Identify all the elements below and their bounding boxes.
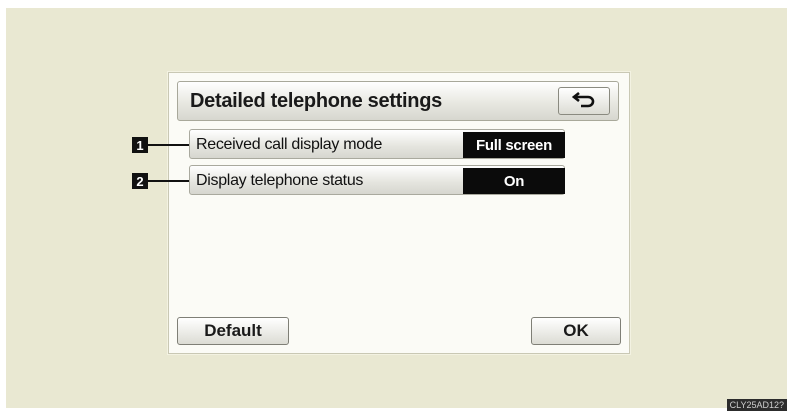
row-label: Display telephone status	[196, 172, 364, 189]
callout-2-line	[148, 180, 189, 182]
image-code: CLY25AD12?	[726, 399, 787, 411]
ok-button[interactable]: OK	[531, 317, 621, 345]
callout-1: 1	[132, 137, 148, 153]
settings-screen: Detailed telephone settings Received cal…	[168, 72, 630, 354]
display-telephone-status-value: On	[463, 168, 565, 194]
back-arrow-icon	[571, 90, 596, 113]
callout-2: 2	[132, 173, 148, 189]
display-telephone-status-button[interactable]: Display telephone status On	[189, 165, 565, 195]
received-call-display-mode-value: Full screen	[463, 132, 565, 158]
back-button[interactable]	[558, 87, 610, 115]
title-bar: Detailed telephone settings	[177, 81, 619, 121]
page-title: Detailed telephone settings	[190, 90, 442, 112]
received-call-display-mode-button[interactable]: Received call display mode Full screen	[189, 129, 565, 159]
row-label: Received call display mode	[196, 136, 383, 153]
default-button[interactable]: Default	[177, 317, 289, 345]
callout-1-line	[148, 144, 189, 146]
